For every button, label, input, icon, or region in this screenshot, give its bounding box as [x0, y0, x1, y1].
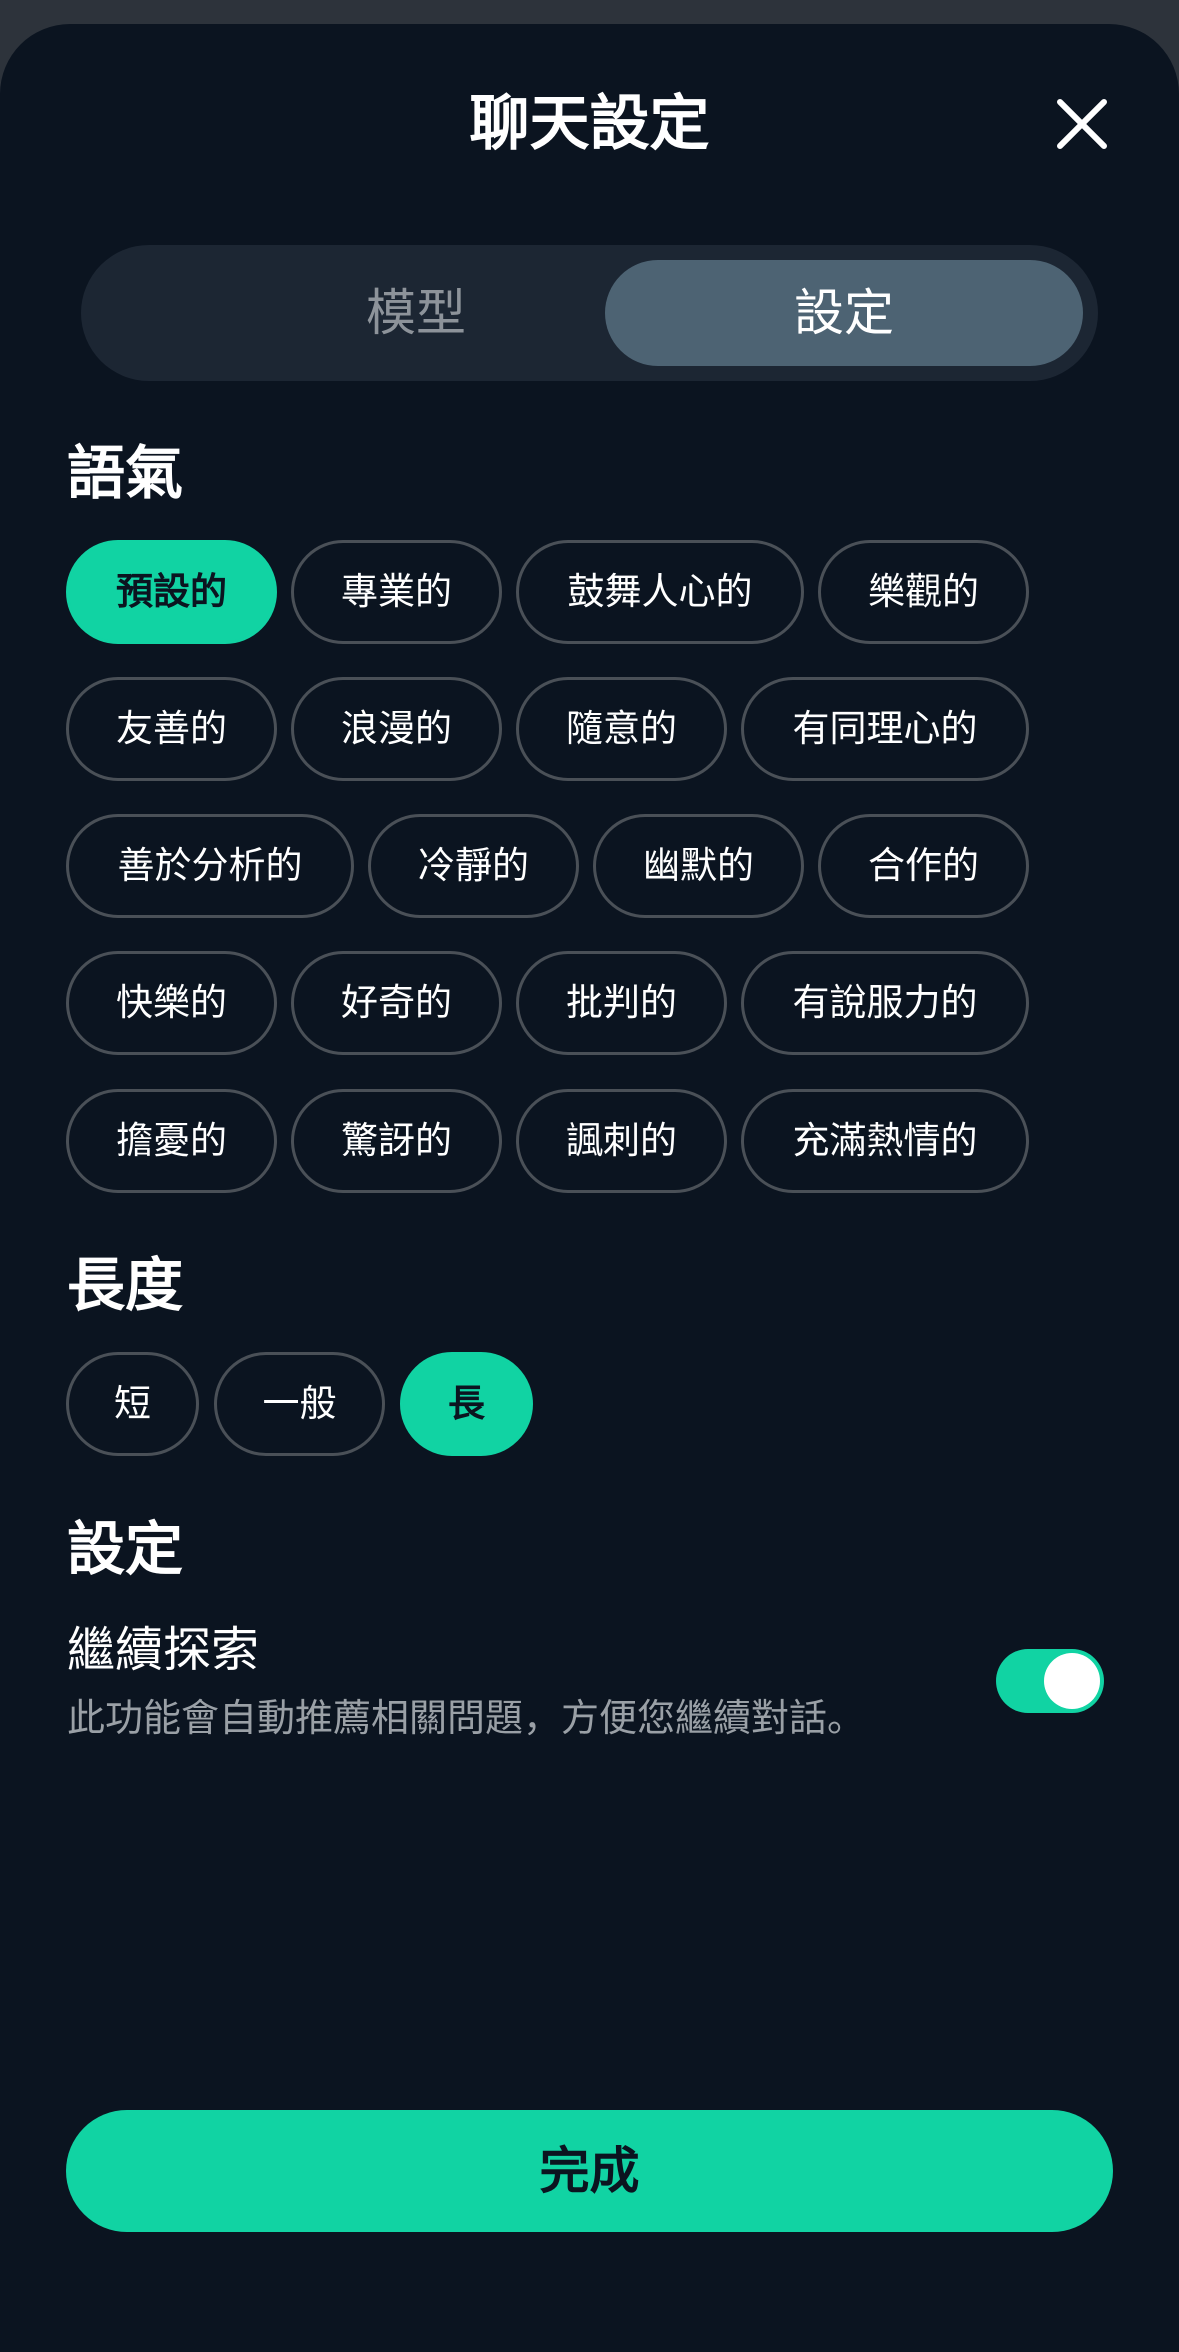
length-chip-normal[interactable]: 一般 [214, 1352, 385, 1456]
tone-chip-default[interactable]: 預設的 [66, 540, 277, 644]
tone-chip-persuasive[interactable]: 有說服力的 [741, 951, 1029, 1055]
tab-settings[interactable]: 設定 [605, 260, 1083, 366]
tone-chip-empathetic[interactable]: 有同理心的 [741, 677, 1029, 781]
length-section-title: 長度 [67, 1251, 184, 1319]
tone-chip-cooperative[interactable]: 合作的 [818, 814, 1029, 918]
tone-chip-analytical[interactable]: 善於分析的 [66, 814, 354, 918]
length-chip-long[interactable]: 長 [400, 1352, 533, 1456]
toggle-knob [1044, 1653, 1100, 1709]
tone-chip-sarcastic[interactable]: 諷刺的 [516, 1089, 727, 1193]
explore-setting-title: 繼續探索 [67, 1622, 260, 1678]
segment-control: 模型 設定 [81, 245, 1098, 381]
tone-section-title: 語氣 [67, 439, 184, 507]
tone-chip-romantic[interactable]: 浪漫的 [291, 677, 502, 781]
tone-chip-passionate[interactable]: 充滿熱情的 [741, 1089, 1029, 1193]
tone-chip-curious[interactable]: 好奇的 [291, 951, 502, 1055]
tone-chip-surprised[interactable]: 驚訝的 [291, 1089, 502, 1193]
length-chip-short[interactable]: 短 [66, 1352, 199, 1456]
close-button[interactable] [1052, 94, 1112, 154]
tab-model[interactable]: 模型 [177, 260, 655, 366]
settings-section-title: 設定 [67, 1515, 184, 1583]
tone-chip-friendly[interactable]: 友善的 [66, 677, 277, 781]
tone-chip-professional[interactable]: 專業的 [291, 540, 502, 644]
explore-toggle[interactable] [996, 1649, 1104, 1713]
tone-chip-casual[interactable]: 隨意的 [516, 677, 727, 781]
tone-chip-happy[interactable]: 快樂的 [66, 951, 277, 1055]
tone-chip-humorous[interactable]: 幽默的 [593, 814, 804, 918]
close-icon [1057, 99, 1107, 149]
done-button[interactable]: 完成 [66, 2110, 1113, 2232]
tone-chip-worried[interactable]: 擔憂的 [66, 1089, 277, 1193]
explore-setting-description: 此功能會自動推薦相關問題，方便您繼續對話。 [67, 1696, 866, 1740]
tone-chip-optimistic[interactable]: 樂觀的 [818, 540, 1029, 644]
tone-chip-inspiring[interactable]: 鼓舞人心的 [516, 540, 804, 644]
page-title: 聊天設定 [469, 89, 710, 159]
tone-chip-critical[interactable]: 批判的 [516, 951, 727, 1055]
tone-chip-calm[interactable]: 冷靜的 [368, 814, 579, 918]
